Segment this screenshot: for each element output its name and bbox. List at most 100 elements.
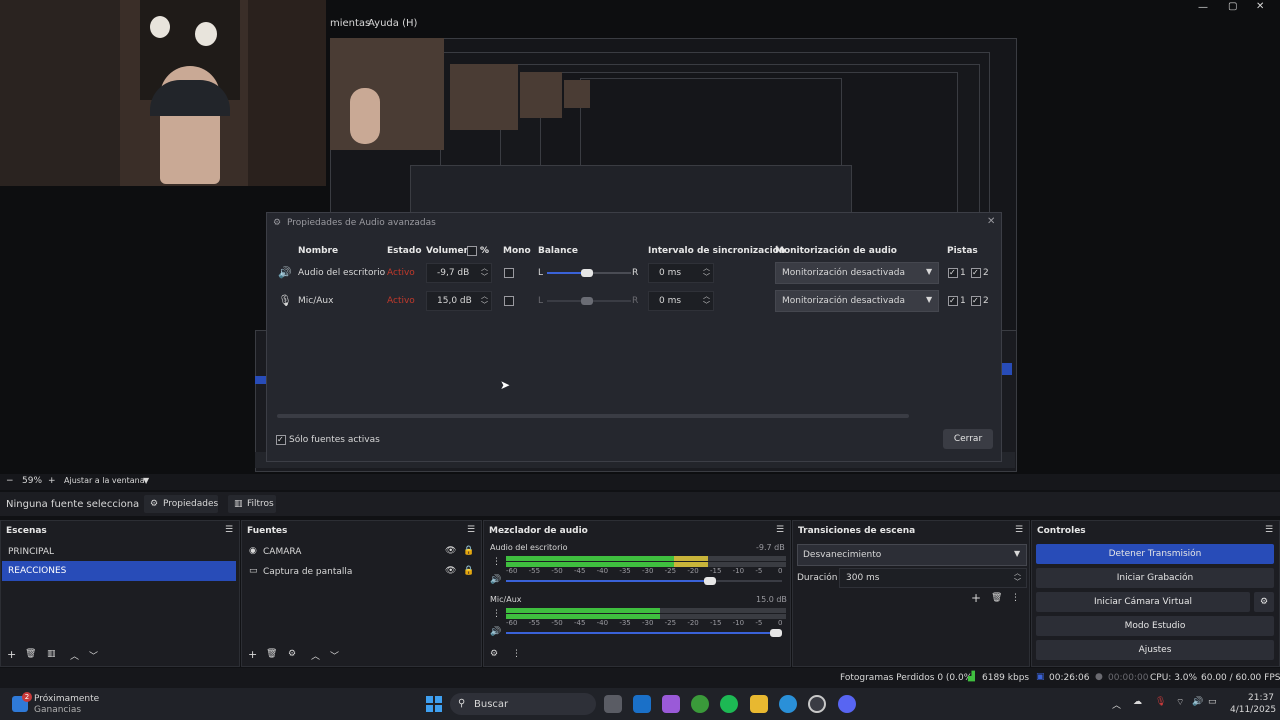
volume-spinbox[interactable]: 15,0 dB ︿ ﹀: [426, 291, 492, 311]
filter-icon[interactable]: ▥: [47, 649, 56, 659]
minimize-icon[interactable]: —: [1198, 2, 1208, 13]
xbox-icon[interactable]: [691, 695, 709, 713]
trash-icon[interactable]: 🗑: [991, 593, 1002, 603]
dock-menu-icon[interactable]: ☰: [225, 525, 233, 535]
dock-menu-icon[interactable]: ☰: [467, 525, 475, 535]
taskbar-search[interactable]: ⚲ Buscar: [450, 693, 596, 715]
track1-checkbox[interactable]: [948, 296, 958, 306]
lock-icon[interactable]: 🔒: [463, 566, 474, 576]
chevron-down-icon[interactable]: ﹀: [1014, 577, 1021, 587]
monitoring-dropdown[interactable]: Monitorización desactivada ▼: [775, 262, 939, 284]
trash-icon[interactable]: 🗑: [25, 649, 36, 659]
dialog-close-icon[interactable]: ✕: [987, 216, 995, 227]
preview-canvas[interactable]: mientas Ayuda (H) — ▢ ✕ ⚙ Propiedades de…: [0, 0, 1280, 474]
edge-icon[interactable]: [779, 695, 797, 713]
menu-item-tools[interactable]: mientas: [330, 18, 370, 29]
horizontal-scrollbar[interactable]: [277, 414, 909, 418]
volume-icon[interactable]: 🔊: [1192, 697, 1203, 707]
start-recording-button[interactable]: Iniciar Grabación: [1036, 568, 1274, 588]
speaker-icon[interactable]: 🔊: [490, 575, 501, 585]
zoom-out-button[interactable]: −: [6, 476, 14, 486]
clock-time[interactable]: 21:37: [1248, 693, 1274, 703]
chevron-down-icon[interactable]: ﹀: [330, 649, 339, 662]
kebab-menu-icon[interactable]: ⋮: [1011, 593, 1020, 603]
studio-mode-button[interactable]: Modo Estudio: [1036, 616, 1274, 636]
trash-icon[interactable]: 🗑: [266, 649, 277, 659]
eye-icon[interactable]: 👁: [445, 546, 456, 556]
track2-checkbox[interactable]: [971, 296, 981, 306]
monitoring-dropdown[interactable]: Monitorización desactivada ▼: [775, 290, 939, 312]
stop-streaming-button[interactable]: Detener Transmisión: [1036, 544, 1274, 564]
chevron-down-icon[interactable]: ﹀: [481, 300, 488, 310]
kebab-menu-icon[interactable]: ⋮: [512, 649, 521, 659]
obs-icon[interactable]: [808, 695, 826, 713]
percent-checkbox[interactable]: [467, 246, 477, 256]
duration-spinbox[interactable]: 300 ms ︿ ﹀: [839, 568, 1027, 588]
lock-icon[interactable]: 🔒: [463, 546, 474, 556]
volume-handle[interactable]: [704, 577, 717, 585]
close-icon[interactable]: ✕: [1256, 1, 1264, 12]
dock-menu-icon[interactable]: ☰: [1265, 525, 1273, 535]
battery-icon[interactable]: ▭: [1208, 697, 1217, 707]
kebab-menu-icon[interactable]: ⋮: [492, 609, 501, 619]
virtual-camera-settings-gear-icon[interactable]: ⚙: [1254, 592, 1274, 612]
chevron-down-icon[interactable]: ﹀: [703, 272, 710, 282]
add-icon[interactable]: +: [7, 648, 16, 661]
sync-spinbox[interactable]: 0 ms ︿ ﹀: [648, 263, 714, 283]
chevron-down-icon[interactable]: ﹀: [89, 649, 98, 662]
transition-dropdown[interactable]: Desvanecimiento ▼: [797, 544, 1027, 566]
source-item[interactable]: ▭ Captura de pantalla 👁 🔒: [243, 563, 479, 581]
virtual-camera-button[interactable]: Iniciar Cámara Virtual: [1036, 592, 1250, 612]
file-explorer-icon[interactable]: [750, 695, 768, 713]
balance-handle[interactable]: [581, 269, 593, 277]
eye-icon[interactable]: 👁: [445, 566, 456, 576]
sync-spinbox[interactable]: 0 ms ︿ ﹀: [648, 291, 714, 311]
dock-menu-icon[interactable]: ☰: [1015, 525, 1023, 535]
active-only-checkbox[interactable]: [276, 435, 286, 445]
scene-item-selected[interactable]: REACCIONES: [2, 561, 236, 581]
scene-item[interactable]: PRINCIPAL: [2, 543, 236, 561]
menu-item-help[interactable]: Ayuda (H): [368, 18, 417, 29]
add-icon[interactable]: +: [248, 648, 257, 661]
spotify-icon[interactable]: [720, 695, 738, 713]
zoom-in-button[interactable]: +: [48, 476, 56, 486]
volume-handle[interactable]: [770, 629, 783, 637]
filters-button[interactable]: ▥ Filtros: [228, 495, 276, 513]
cloud-icon[interactable]: ☁: [1133, 697, 1142, 707]
dock-menu-icon[interactable]: ☰: [776, 525, 784, 535]
balance-slider[interactable]: [547, 297, 631, 305]
wifi-icon[interactable]: ⌔: [1176, 697, 1184, 708]
mono-checkbox[interactable]: [504, 268, 514, 278]
copilot-icon[interactable]: [662, 695, 680, 713]
gear-icon[interactable]: ⚙: [490, 649, 498, 659]
task-view-icon[interactable]: [604, 695, 622, 713]
chevron-up-icon[interactable]: ︿: [1112, 698, 1121, 711]
fit-window-button[interactable]: Ajustar a la ventana: [64, 476, 145, 485]
kebab-menu-icon[interactable]: ⋮: [492, 557, 501, 567]
gear-icon[interactable]: ⚙: [288, 649, 296, 659]
source-item[interactable]: ◉ CAMARA 👁 🔒: [243, 543, 479, 561]
microphone-icon[interactable]: 🎙: [1155, 697, 1166, 707]
speaker-icon[interactable]: 🔊: [490, 627, 501, 637]
settings-button[interactable]: Ajustes: [1036, 640, 1274, 660]
chevron-up-icon[interactable]: ︿: [70, 649, 79, 662]
volume-slider[interactable]: [506, 577, 782, 585]
outlook-icon[interactable]: [633, 695, 651, 713]
balance-slider[interactable]: [547, 269, 631, 277]
volume-spinbox[interactable]: -9,7 dB ︿ ﹀: [426, 263, 492, 283]
balance-handle[interactable]: [581, 297, 593, 305]
chevron-up-icon[interactable]: ︿: [311, 649, 320, 662]
maximize-icon[interactable]: ▢: [1228, 1, 1237, 12]
mono-checkbox[interactable]: [504, 296, 514, 306]
add-icon[interactable]: +: [971, 591, 981, 605]
track1-checkbox[interactable]: [948, 268, 958, 278]
close-dialog-button[interactable]: Cerrar: [943, 429, 993, 449]
caret-down-icon[interactable]: ▼: [143, 476, 149, 485]
volume-slider[interactable]: [506, 629, 783, 637]
chevron-down-icon[interactable]: ﹀: [703, 300, 710, 310]
track2-checkbox[interactable]: [971, 268, 981, 278]
windows-start-icon[interactable]: [426, 696, 442, 712]
discord-icon[interactable]: [838, 695, 856, 713]
properties-button[interactable]: ⚙ Propiedades: [144, 495, 218, 513]
chevron-down-icon[interactable]: ﹀: [481, 272, 488, 282]
